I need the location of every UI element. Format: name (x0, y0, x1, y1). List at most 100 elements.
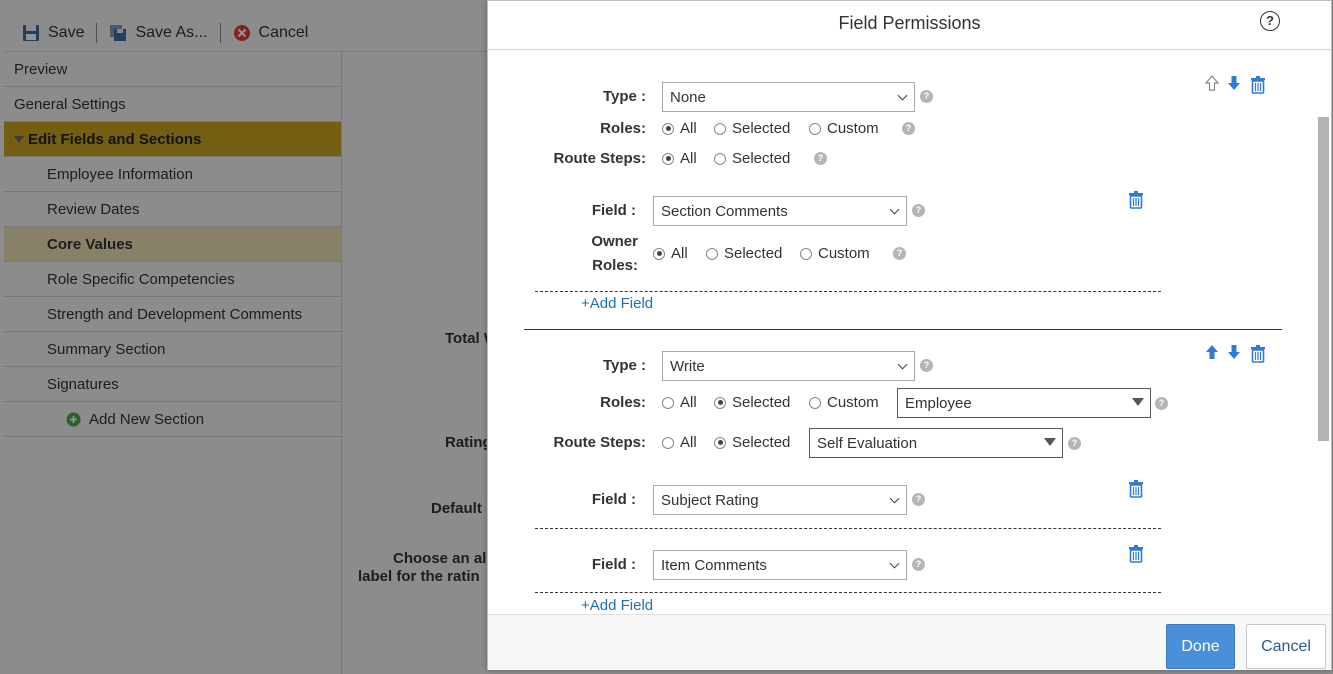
field-select[interactable]: Item Comments (653, 550, 907, 580)
help-icon[interactable]: ? (902, 122, 915, 135)
type-select-value: Write (670, 357, 705, 375)
owner-selected-radio[interactable]: Selected (706, 245, 782, 262)
help-icon[interactable]: ? (912, 558, 925, 571)
dashed-divider (535, 528, 1161, 529)
radio-label: Selected (732, 434, 791, 451)
dropdown-triangle-icon (1044, 438, 1056, 446)
radio-circle (714, 152, 726, 165)
type-select[interactable]: None (662, 82, 915, 112)
help-icon[interactable]: ? (1068, 437, 1081, 450)
roles-label: Roles: (600, 120, 646, 137)
field-label: Field : (591, 556, 636, 573)
dialog-footer: Done Cancel (488, 614, 1331, 670)
radio-circle (706, 247, 718, 260)
radio-label: Custom (827, 394, 879, 411)
roles-multiselect[interactable]: Employee (897, 388, 1151, 418)
radio-circle (714, 122, 726, 135)
dialog-cancel-button[interactable]: Cancel (1246, 624, 1326, 669)
radio-circle (714, 396, 726, 409)
help-icon[interactable]: ? (920, 359, 933, 372)
dialog-header: Field Permissions ? (488, 1, 1331, 50)
trash-icon[interactable] (1250, 76, 1266, 94)
field-permissions-dialog: Field Permissions ? Type : None ? Roles:… (487, 0, 1332, 670)
route-all-radio[interactable]: All (662, 150, 697, 167)
field-select-value: Subject Rating (661, 491, 759, 509)
radio-label: All (680, 434, 697, 451)
trash-icon[interactable] (1128, 480, 1144, 498)
add-field-link[interactable]: +Add Field (581, 597, 653, 614)
route-steps-label: Route Steps: (553, 150, 646, 167)
roles-all-radio[interactable]: All (662, 394, 697, 411)
radio-label: Selected (732, 150, 791, 167)
owner-roles-label-line2: Roles: (592, 257, 638, 274)
roles-custom-radio[interactable]: Custom (809, 120, 879, 137)
done-button[interactable]: Done (1166, 624, 1235, 669)
route-selected-radio[interactable]: Selected (714, 434, 790, 451)
radio-circle (809, 396, 821, 409)
radio-circle (662, 396, 674, 409)
help-icon[interactable]: ? (920, 90, 933, 103)
owner-roles-label-line1: Owner (591, 233, 638, 250)
help-icon[interactable]: ? (893, 247, 906, 260)
roles-selected-radio[interactable]: Selected (714, 394, 790, 411)
chevron-down-icon (897, 359, 908, 370)
move-up-icon[interactable] (1205, 344, 1219, 360)
chevron-down-icon (897, 90, 908, 101)
type-label: Type : (602, 88, 646, 105)
add-field-link[interactable]: +Add Field (581, 295, 653, 312)
chevron-down-icon (889, 558, 900, 569)
radio-circle (662, 152, 674, 165)
type-label: Type : (602, 357, 646, 374)
trash-icon[interactable] (1128, 191, 1144, 209)
radio-circle (800, 247, 812, 260)
route-steps-label: Route Steps: (553, 434, 646, 451)
trash-icon[interactable] (1250, 345, 1266, 363)
dashed-divider (535, 592, 1161, 593)
help-icon[interactable]: ? (1260, 11, 1280, 31)
dropdown-triangle-icon (1132, 398, 1144, 406)
owner-all-radio[interactable]: All (653, 245, 688, 262)
field-select-value: Section Comments (661, 202, 788, 220)
help-icon[interactable]: ? (1155, 397, 1168, 410)
radio-circle (714, 436, 726, 449)
permission-block-divider (524, 329, 1282, 330)
field-label: Field : (591, 202, 636, 219)
dashed-divider (535, 291, 1161, 292)
chevron-down-icon (889, 204, 900, 215)
type-select-value: None (670, 88, 706, 106)
radio-circle (809, 122, 821, 135)
radio-label: All (680, 150, 697, 167)
help-icon[interactable]: ? (814, 152, 827, 165)
radio-circle (662, 436, 674, 449)
type-select[interactable]: Write (662, 351, 915, 381)
scrollbar-thumb[interactable] (1318, 117, 1329, 441)
help-icon[interactable]: ? (912, 204, 925, 217)
route-steps-multiselect[interactable]: Self Evaluation (809, 428, 1063, 458)
route-steps-multiselect-value: Self Evaluation (817, 434, 918, 452)
move-down-icon[interactable] (1227, 75, 1241, 91)
field-select[interactable]: Subject Rating (653, 485, 907, 515)
roles-all-radio[interactable]: All (662, 120, 697, 137)
radio-label: Selected (732, 120, 791, 137)
trash-icon[interactable] (1128, 545, 1144, 563)
radio-label: Selected (732, 394, 791, 411)
radio-label: All (680, 394, 697, 411)
roles-selected-radio[interactable]: Selected (714, 120, 790, 137)
radio-label: Custom (827, 120, 879, 137)
roles-label: Roles: (600, 394, 646, 411)
chevron-down-icon (889, 493, 900, 504)
help-icon[interactable]: ? (912, 493, 925, 506)
move-up-icon[interactable] (1205, 75, 1219, 91)
field-select-value: Item Comments (661, 556, 767, 574)
field-select[interactable]: Section Comments (653, 196, 907, 226)
roles-custom-radio[interactable]: Custom (809, 394, 879, 411)
route-selected-radio[interactable]: Selected (714, 150, 790, 167)
route-all-radio[interactable]: All (662, 434, 697, 451)
dialog-title: Field Permissions (838, 13, 981, 33)
radio-circle (653, 247, 665, 260)
radio-label: All (671, 245, 688, 262)
move-down-icon[interactable] (1227, 344, 1241, 360)
owner-custom-radio[interactable]: Custom (800, 245, 870, 262)
roles-multiselect-value: Employee (905, 394, 972, 412)
radio-label: Selected (724, 245, 783, 262)
